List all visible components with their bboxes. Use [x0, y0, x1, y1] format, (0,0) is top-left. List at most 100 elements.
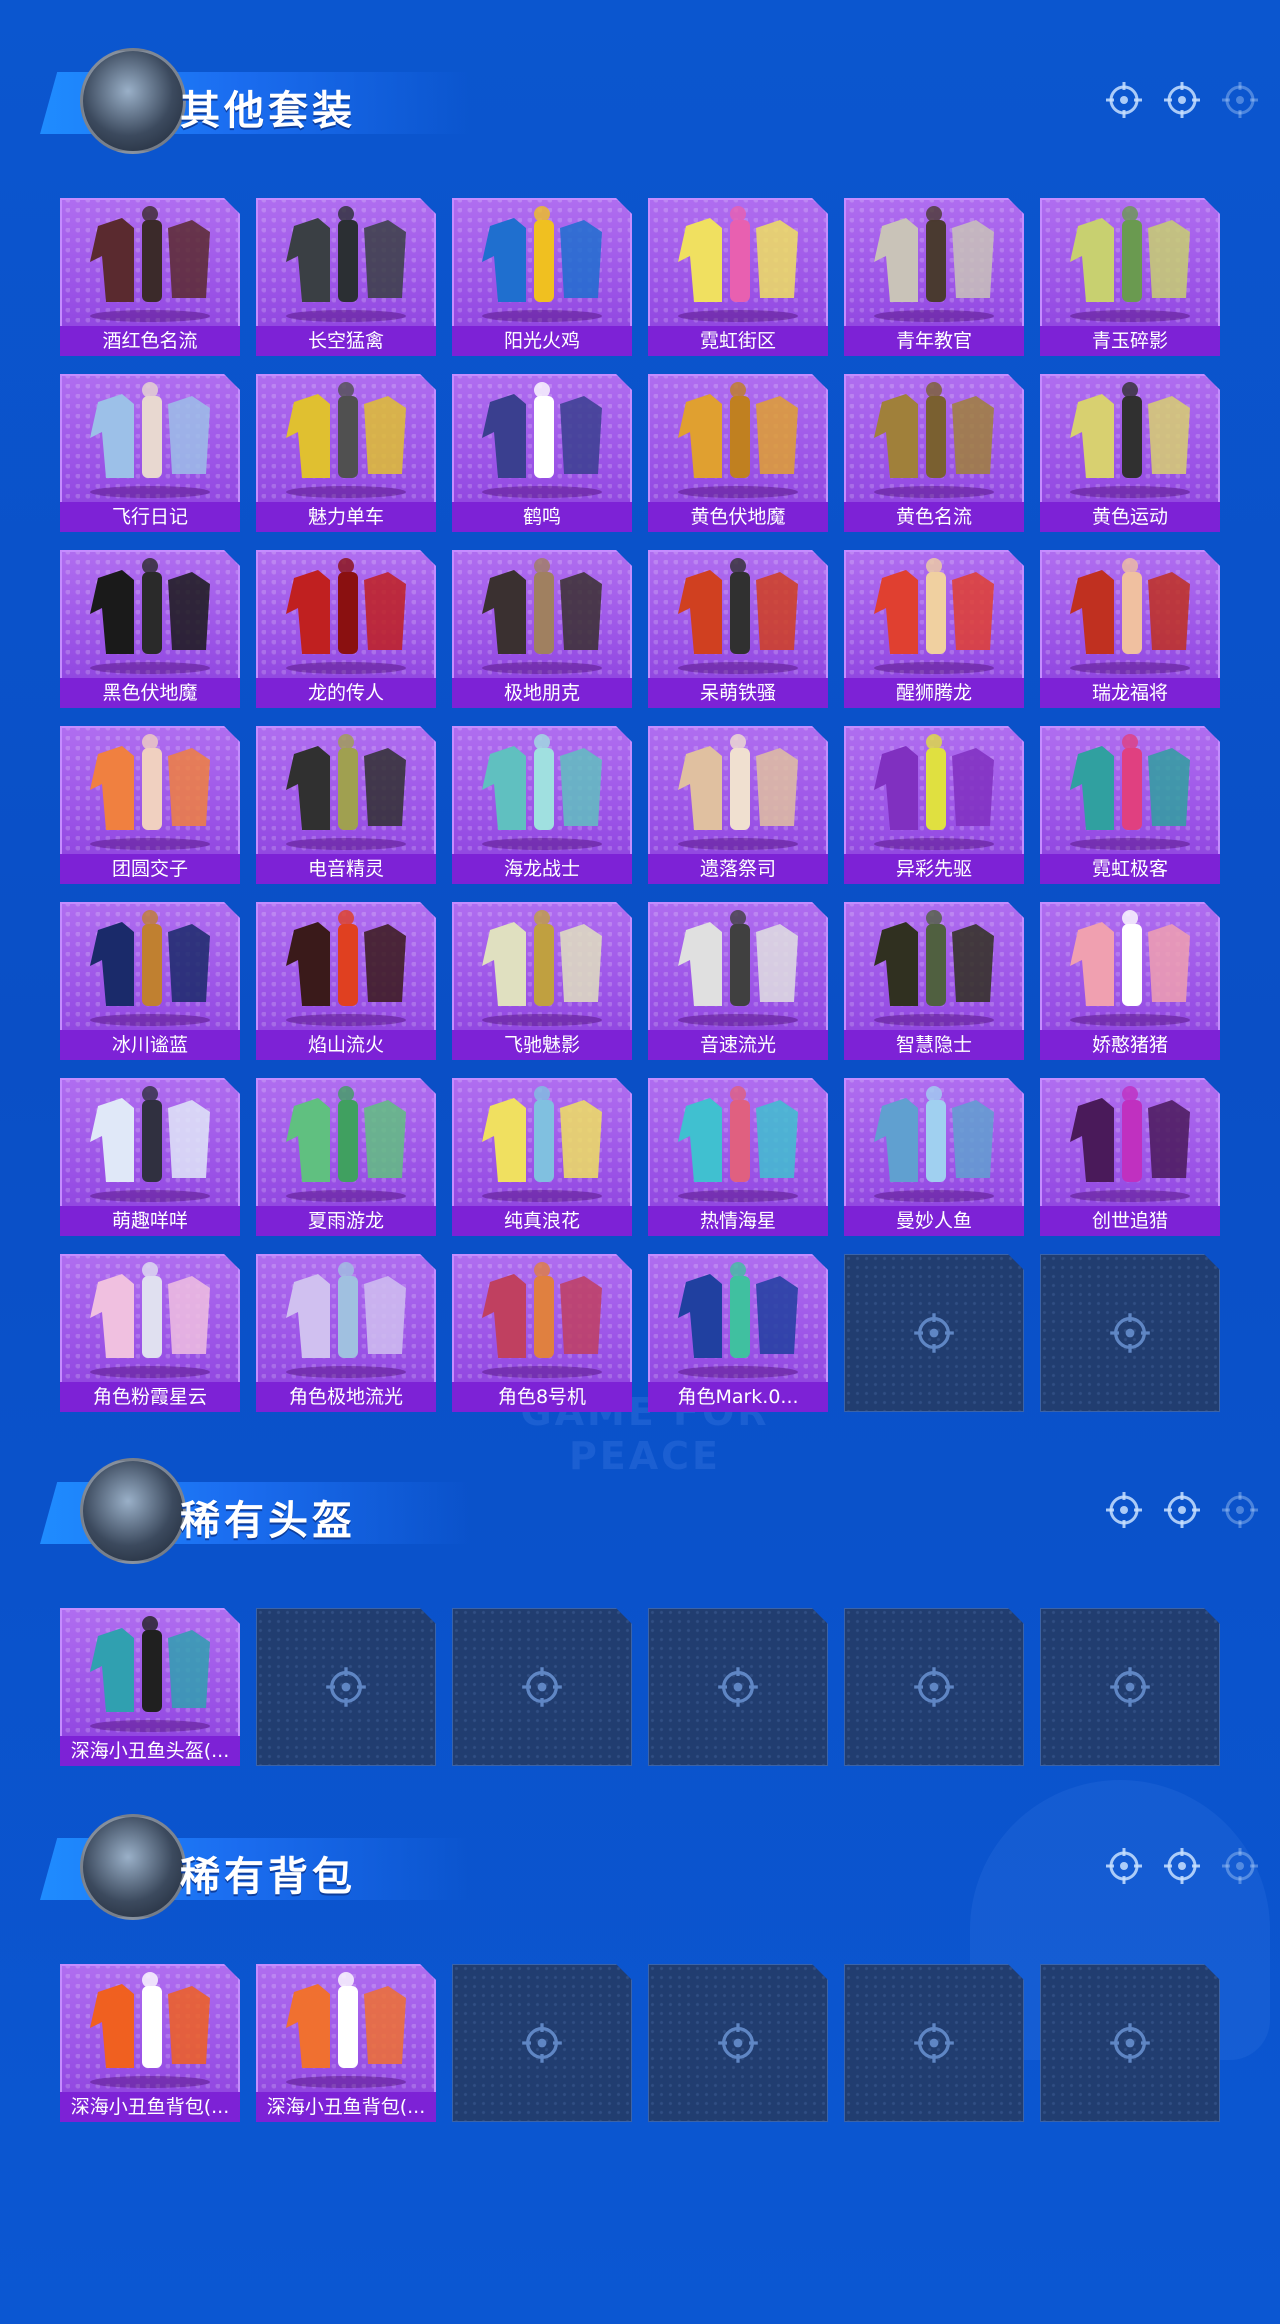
target-icon — [520, 1665, 564, 1709]
item-label: 瑞龙福将 — [1040, 678, 1220, 708]
item-card[interactable]: 娇憨猪猪 — [1040, 902, 1220, 1060]
outfit-image — [844, 198, 1024, 326]
outfit-image — [452, 726, 632, 854]
item-label: 霓虹极客 — [1040, 854, 1220, 884]
item-card[interactable]: 智慧隐士 — [844, 902, 1024, 1060]
item-card[interactable]: 曼妙人鱼 — [844, 1078, 1024, 1236]
item-card[interactable]: 呆萌铁骚 — [648, 550, 828, 708]
outfit-image — [60, 726, 240, 854]
item-card[interactable]: 长空猛禽 — [256, 198, 436, 356]
item-label: 深海小丑鱼背包(... — [60, 2092, 240, 2122]
outfit-image — [1040, 374, 1220, 502]
item-card[interactable]: 电音精灵 — [256, 726, 436, 884]
outfit-image — [844, 902, 1024, 1030]
item-card[interactable]: 角色极地流光 — [256, 1254, 436, 1412]
item-card[interactable]: 阳光火鸡 — [452, 198, 632, 356]
mascot-icon — [80, 1814, 186, 1920]
item-card[interactable]: 龙的传人 — [256, 550, 436, 708]
item-label: 热情海星 — [648, 1206, 828, 1236]
item-card[interactable]: 团圆交子 — [60, 726, 240, 884]
item-card[interactable]: 瑞龙福将 — [1040, 550, 1220, 708]
outfit-image — [648, 1254, 828, 1382]
item-label: 曼妙人鱼 — [844, 1206, 1024, 1236]
item-label: 创世追猎 — [1040, 1206, 1220, 1236]
item-card[interactable]: 热情海星 — [648, 1078, 828, 1236]
target-icon — [1162, 80, 1202, 120]
outfit-image — [1040, 198, 1220, 326]
item-card[interactable]: 霓虹极客 — [1040, 726, 1220, 884]
target-icon — [912, 1665, 956, 1709]
item-label: 焰山流火 — [256, 1030, 436, 1060]
empty-slot — [452, 1964, 632, 2122]
item-card[interactable]: 海龙战士 — [452, 726, 632, 884]
outfit-image — [256, 198, 436, 326]
item-card[interactable]: 酒红色名流 — [60, 198, 240, 356]
item-card[interactable]: 角色8号机 — [452, 1254, 632, 1412]
outfit-image — [648, 550, 828, 678]
outfit-image — [648, 1078, 828, 1206]
item-card[interactable]: 醒狮腾龙 — [844, 550, 1024, 708]
item-card[interactable]: 异彩先驱 — [844, 726, 1024, 884]
item-card[interactable]: 深海小丑鱼背包(... — [60, 1964, 240, 2122]
outfit-image — [60, 374, 240, 502]
item-card[interactable]: 霓虹街区 — [648, 198, 828, 356]
target-icon — [1220, 1846, 1260, 1886]
item-card[interactable]: 角色Mark.0... — [648, 1254, 828, 1412]
target-icon — [1162, 1846, 1202, 1886]
item-card[interactable]: 魅力单车 — [256, 374, 436, 532]
item-label: 黄色运动 — [1040, 502, 1220, 532]
item-label: 龙的传人 — [256, 678, 436, 708]
item-card[interactable]: 黄色运动 — [1040, 374, 1220, 532]
outfit-image — [452, 374, 632, 502]
item-card[interactable]: 黄色伏地魔 — [648, 374, 828, 532]
outfit-image — [256, 1078, 436, 1206]
item-label: 角色极地流光 — [256, 1382, 436, 1412]
item-card[interactable]: 角色粉霞星云 — [60, 1254, 240, 1412]
item-card[interactable]: 深海小丑鱼背包(... — [256, 1964, 436, 2122]
item-label: 青玉碎影 — [1040, 326, 1220, 356]
target-icon — [912, 2021, 956, 2065]
item-card[interactable]: 冰川谧蓝 — [60, 902, 240, 1060]
item-label: 飞行日记 — [60, 502, 240, 532]
item-card[interactable]: 创世追猎 — [1040, 1078, 1220, 1236]
item-label: 萌趣咩咩 — [60, 1206, 240, 1236]
item-card[interactable]: 黑色伏地魔 — [60, 550, 240, 708]
outfit-image — [1040, 902, 1220, 1030]
item-card[interactable]: 青年教官 — [844, 198, 1024, 356]
item-card[interactable]: 萌趣咩咩 — [60, 1078, 240, 1236]
item-label: 电音精灵 — [256, 854, 436, 884]
item-card[interactable]: 飞驰魅影 — [452, 902, 632, 1060]
outfit-image — [60, 1254, 240, 1382]
item-card[interactable]: 深海小丑鱼头盔(... — [60, 1608, 240, 1766]
item-card[interactable]: 飞行日记 — [60, 374, 240, 532]
outfit-image — [60, 550, 240, 678]
item-card[interactable]: 焰山流火 — [256, 902, 436, 1060]
item-card[interactable]: 音速流光 — [648, 902, 828, 1060]
target-icon — [324, 1665, 368, 1709]
outfit-image — [452, 198, 632, 326]
outfit-image — [844, 1078, 1024, 1206]
section-title: 其他套装 — [180, 88, 356, 134]
item-card[interactable]: 青玉碎影 — [1040, 198, 1220, 356]
item-card[interactable]: 极地朋克 — [452, 550, 632, 708]
item-label: 醒狮腾龙 — [844, 678, 1024, 708]
target-icon — [716, 2021, 760, 2065]
item-label: 角色Mark.0... — [648, 1382, 828, 1412]
outfit-image — [452, 1078, 632, 1206]
outfit-image — [452, 902, 632, 1030]
item-card[interactable]: 夏雨游龙 — [256, 1078, 436, 1236]
outfit-image — [648, 374, 828, 502]
item-label: 鹤鸣 — [452, 502, 632, 532]
item-card[interactable]: 黄色名流 — [844, 374, 1024, 532]
item-card[interactable]: 纯真浪花 — [452, 1078, 632, 1236]
item-card[interactable]: 鹤鸣 — [452, 374, 632, 532]
item-grid: 深海小丑鱼背包(... 深海小丑鱼背包(... — [60, 1964, 1220, 2122]
item-card[interactable]: 遗落祭司 — [648, 726, 828, 884]
outfit-image — [648, 198, 828, 326]
item-label: 黑色伏地魔 — [60, 678, 240, 708]
item-grid: 深海小丑鱼头盔(... — [60, 1608, 1220, 1766]
item-label: 遗落祭司 — [648, 854, 828, 884]
item-label: 纯真浪花 — [452, 1206, 632, 1236]
item-label: 团圆交子 — [60, 854, 240, 884]
item-label: 黄色名流 — [844, 502, 1024, 532]
